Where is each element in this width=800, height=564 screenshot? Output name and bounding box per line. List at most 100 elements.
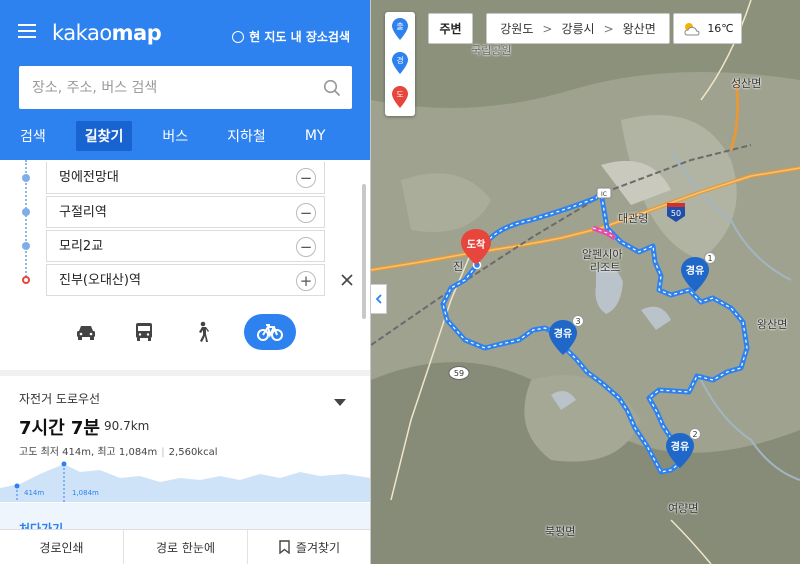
waypoint-row-destination: 진부(오대산)역 + <box>0 264 370 296</box>
favorite-label: 즐겨찾기 <box>295 540 341 555</box>
elevation-profile-chart: 414m 1,084m <box>0 461 370 502</box>
route-expand-icon[interactable] <box>334 399 346 406</box>
car-icon <box>76 326 95 340</box>
route-elevation-info: 고도 최저 414m, 최고 1,084m | 2,560kcal <box>19 447 218 458</box>
waypoint-field[interactable]: 구절리역 − <box>46 196 325 228</box>
waypoint-name: 멍에전망대 <box>59 170 119 185</box>
kakaomap-logo[interactable]: kakaomap <box>52 21 162 45</box>
search-icon[interactable] <box>312 79 352 97</box>
route-type-label: 자전거 도로우선 <box>19 392 101 406</box>
bookmark-icon <box>279 540 290 554</box>
elevation-high-label: 1,084m <box>72 489 99 497</box>
via-marker-3[interactable]: 3 경유 <box>546 315 586 359</box>
remove-waypoint-button[interactable]: − <box>296 168 316 188</box>
start-pin-button[interactable]: 출 <box>391 17 409 41</box>
map-label-yeoryang: 여량면 <box>668 502 699 515</box>
route-distance: 90.7km <box>104 419 150 433</box>
waypoint-row: 모리2교 − <box>0 230 370 262</box>
destination-pin-label: 도 <box>396 90 403 99</box>
bus-mode-button[interactable] <box>128 314 159 350</box>
sidebar-header: kakaomap 현 지도 내 장소검색 검색 길찾기 버스 지하철 MY <box>0 0 370 160</box>
search-box <box>19 66 352 109</box>
map-canvas[interactable]: 50 59 IC 국립공원 성산면 대관령 알펜시아 리조트 진 왕산면 북평면… <box>371 0 800 564</box>
tab-search[interactable]: 검색 <box>11 121 55 151</box>
waypoint-name: 모리2교 <box>59 239 104 254</box>
tab-my[interactable]: MY <box>296 123 335 149</box>
waypoint-field[interactable]: 멍에전망대 − <box>46 162 325 194</box>
waypoint-dot <box>22 174 30 182</box>
route-duration: 7시간 7분 <box>19 418 100 439</box>
arrival-marker-label: 도착 <box>467 238 486 251</box>
close-icon[interactable] <box>337 270 357 290</box>
breadcrumb-province[interactable]: 강원도 <box>500 20 533 37</box>
bicycle-mode-button[interactable] <box>244 314 296 350</box>
via-marker-2[interactable]: 2 경유 <box>663 428 703 472</box>
destination-dot <box>22 276 30 284</box>
car-mode-button[interactable] <box>70 314 101 350</box>
search-in-map-toggle[interactable]: 현 지도 내 장소검색 <box>232 28 350 45</box>
tab-directions[interactable]: 길찾기 <box>75 121 133 151</box>
waypoint-dot <box>22 242 30 250</box>
route-overview-button[interactable]: 경로 한눈에 <box>124 530 248 564</box>
waypoint-name: 구절리역 <box>59 205 107 220</box>
collapse-sidebar-button[interactable] <box>371 284 387 314</box>
via-marker-1[interactable]: 1 경유 <box>678 252 718 296</box>
map-label-top: 국립공원 <box>471 44 512 57</box>
breadcrumb-city[interactable]: 강릉시 <box>561 20 594 37</box>
destination-name: 진부(오대산)역 <box>59 273 141 288</box>
via-marker-1-label: 경유 <box>686 264 704 277</box>
elevation-low-label: 414m <box>24 489 44 497</box>
search-input[interactable] <box>19 79 312 96</box>
waypoint-dot <box>22 208 30 216</box>
weather-widget[interactable]: 16℃ <box>673 13 742 44</box>
road-50-label: 50 <box>671 209 681 218</box>
walk-icon <box>198 321 209 342</box>
breadcrumb-district[interactable]: 왕산면 <box>623 20 656 37</box>
elevation-range: 고도 최저 414m, 최고 1,084m <box>19 447 158 458</box>
via-marker-1-number: 1 <box>707 254 712 263</box>
map-label-seongsan: 성산면 <box>731 77 762 90</box>
region-breadcrumb: 강원도 > 강릉시 > 왕산면 <box>486 13 670 44</box>
waypoint-row: 구절리역 − <box>0 196 370 228</box>
destination-pin-button[interactable]: 도 <box>391 85 409 109</box>
waypoint-pin-toolbar: 출 경 도 <box>385 12 415 116</box>
chevron-left-icon <box>375 294 382 304</box>
remove-waypoint-button[interactable]: − <box>296 237 316 257</box>
waypoint-row: 멍에전망대 − <box>0 162 370 194</box>
ic-badge: IC <box>596 187 612 199</box>
destination-field[interactable]: 진부(오대산)역 + <box>46 264 325 296</box>
ic-label: IC <box>601 191 607 198</box>
via-marker-2-number: 2 <box>692 430 697 439</box>
add-waypoint-button[interactable]: + <box>296 271 316 291</box>
section-divider <box>0 370 370 376</box>
sidebar-footer: 경로인쇄 경로 한눈에 즐겨찾기 <box>0 529 370 564</box>
nearby-button[interactable]: 주변 <box>428 13 473 44</box>
transport-modes <box>70 312 296 352</box>
via-pin-button[interactable]: 경 <box>391 51 409 75</box>
via-marker-3-number: 3 <box>575 317 580 326</box>
map-label-bukpyeong: 북평면 <box>545 525 576 538</box>
chevron-right-icon: > <box>603 21 614 36</box>
remove-waypoint-button[interactable]: − <box>296 203 316 223</box>
menu-icon[interactable] <box>18 24 36 38</box>
waypoint-field[interactable]: 모리2교 − <box>46 230 325 262</box>
walk-mode-button[interactable] <box>186 314 217 350</box>
tab-bus[interactable]: 버스 <box>153 121 197 151</box>
waypoint-list: 멍에전망대 − 구절리역 − 모리2교 − 진부(오대산)역 + <box>0 160 370 300</box>
via-marker-2-label: 경유 <box>671 440 689 453</box>
road-59-shield: 59 <box>448 366 470 380</box>
map-label-wangsan: 왕산면 <box>757 318 788 331</box>
print-route-button[interactable]: 경로인쇄 <box>0 530 124 564</box>
map-label-daegwallyeong: 대관령 <box>618 212 649 225</box>
start-pin-label: 출 <box>396 21 403 31</box>
weather-temperature: 16℃ <box>707 22 734 35</box>
arrival-marker[interactable]: 도착 <box>459 228 493 266</box>
scrollbar-thumb[interactable] <box>362 184 366 319</box>
partly-cloudy-icon <box>684 22 700 35</box>
calories: 2,560kcal <box>168 447 218 458</box>
chevron-right-icon: > <box>542 21 553 36</box>
next-section-row[interactable]: 처다가기 <box>0 503 370 536</box>
favorite-button[interactable]: 즐겨찾기 <box>248 530 370 564</box>
radio-icon <box>232 30 245 43</box>
tab-subway[interactable]: 지하철 <box>218 121 275 151</box>
